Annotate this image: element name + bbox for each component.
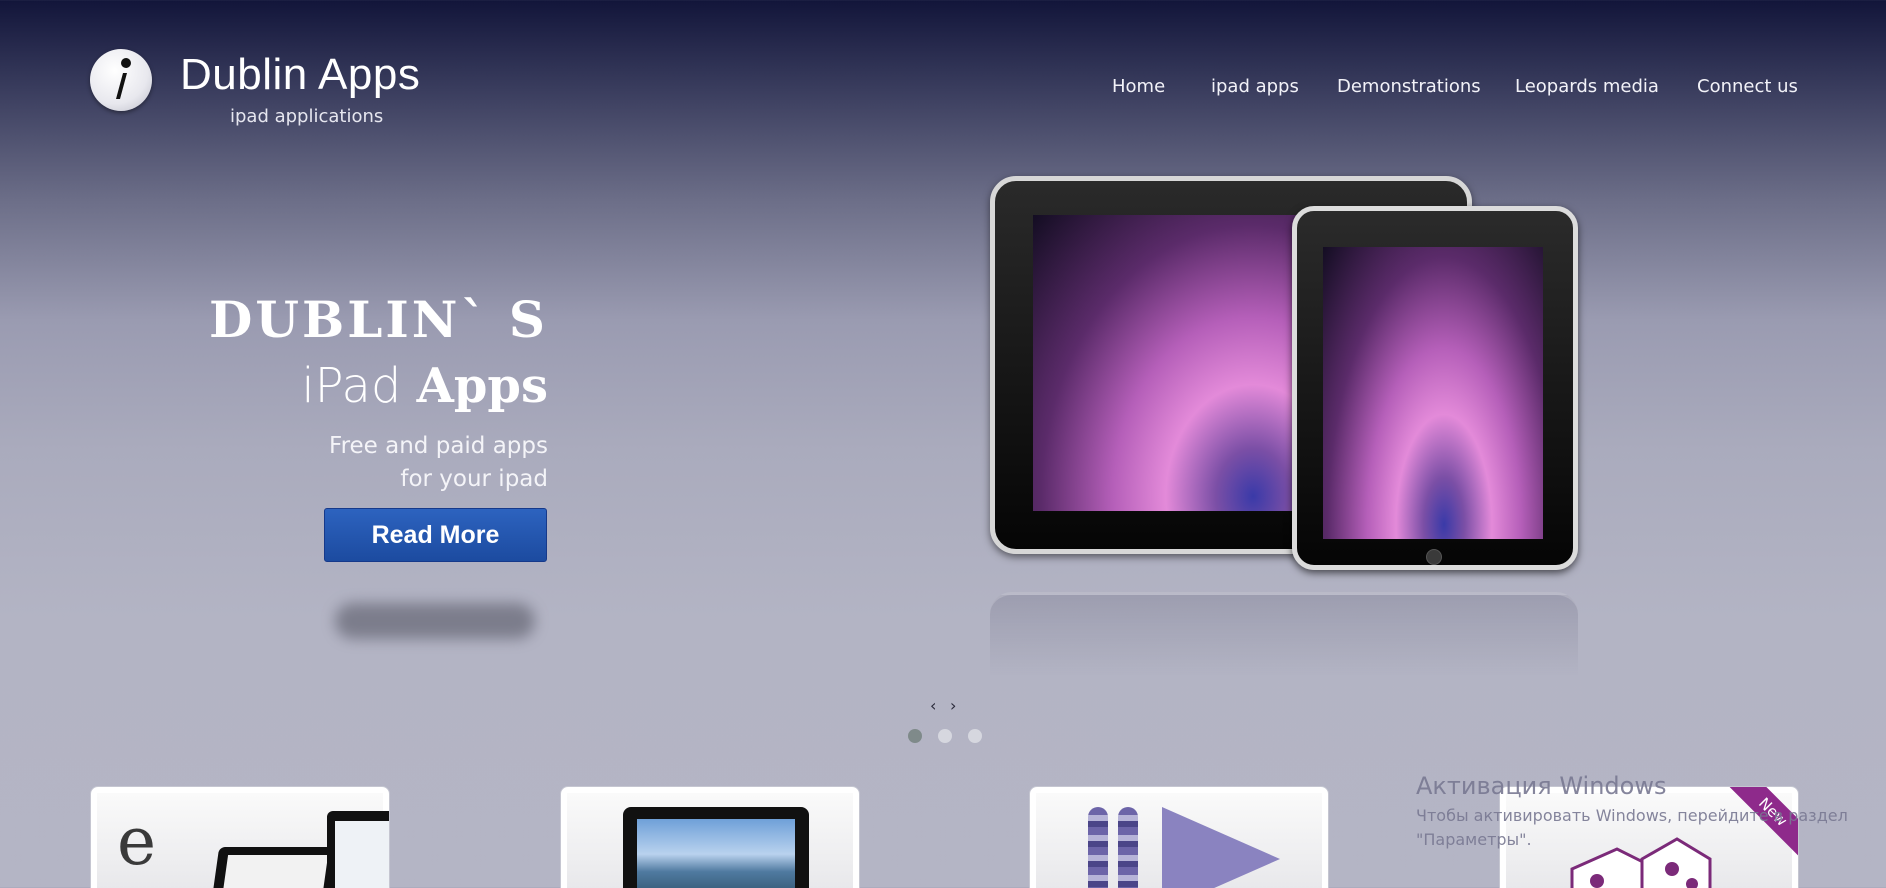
slider-dot-1[interactable] xyxy=(908,729,922,743)
ipad-small-image xyxy=(1292,206,1578,570)
ipad-reflection xyxy=(990,592,1578,676)
video-player-icon xyxy=(1036,793,1322,888)
hero-subtitle-bold: Apps xyxy=(416,358,548,414)
hero-description: Free and paid apps for your ipad xyxy=(329,430,548,496)
slider-dot-2[interactable] xyxy=(938,729,952,743)
hero-description-line2: for your ipad xyxy=(400,466,548,492)
hero-subtitle-thin: iPad xyxy=(301,358,417,414)
nav-ipad-apps[interactable]: ipad apps xyxy=(1211,76,1299,97)
nav-demonstrations[interactable]: Demonstrations xyxy=(1337,76,1481,97)
hero-subtitle: iPad Apps xyxy=(301,358,548,414)
slider-prev-arrow[interactable]: ‹ xyxy=(930,696,936,715)
main-nav: Home ipad apps Demonstrations Leopards m… xyxy=(0,76,1886,100)
button-reflection xyxy=(335,603,535,639)
app-card-photo[interactable] xyxy=(560,786,860,888)
nav-connect-us[interactable]: Connect us xyxy=(1697,76,1798,97)
nav-home[interactable]: Home xyxy=(1112,76,1165,97)
app-card-video[interactable] xyxy=(1029,786,1329,888)
slider-next-arrow[interactable]: › xyxy=(950,696,956,715)
ipad-home-button xyxy=(1426,549,1442,565)
site-tagline: ipad applications xyxy=(230,106,384,127)
hero-description-line1: Free and paid apps xyxy=(329,433,548,459)
hero-title: DUBLIN` S xyxy=(209,290,548,349)
windows-activation-line2: "Параметры". xyxy=(1416,830,1532,849)
windows-activation-text: Чтобы активировать Windows, перейдите в … xyxy=(1416,804,1848,852)
nav-leopards-media[interactable]: Leopards media xyxy=(1515,76,1659,97)
app-card-ebook[interactable]: e xyxy=(90,786,390,888)
windows-activation-line1: Чтобы активировать Windows, перейдите в … xyxy=(1416,806,1848,825)
windows-activation-title: Активация Windows xyxy=(1416,772,1667,800)
ebook-tablet-icon: e xyxy=(97,793,389,888)
read-more-button[interactable]: Read More xyxy=(324,508,547,562)
photo-tablet-icon xyxy=(567,793,853,888)
slider-dot-3[interactable] xyxy=(968,729,982,743)
ipad-small-screen xyxy=(1323,247,1543,539)
